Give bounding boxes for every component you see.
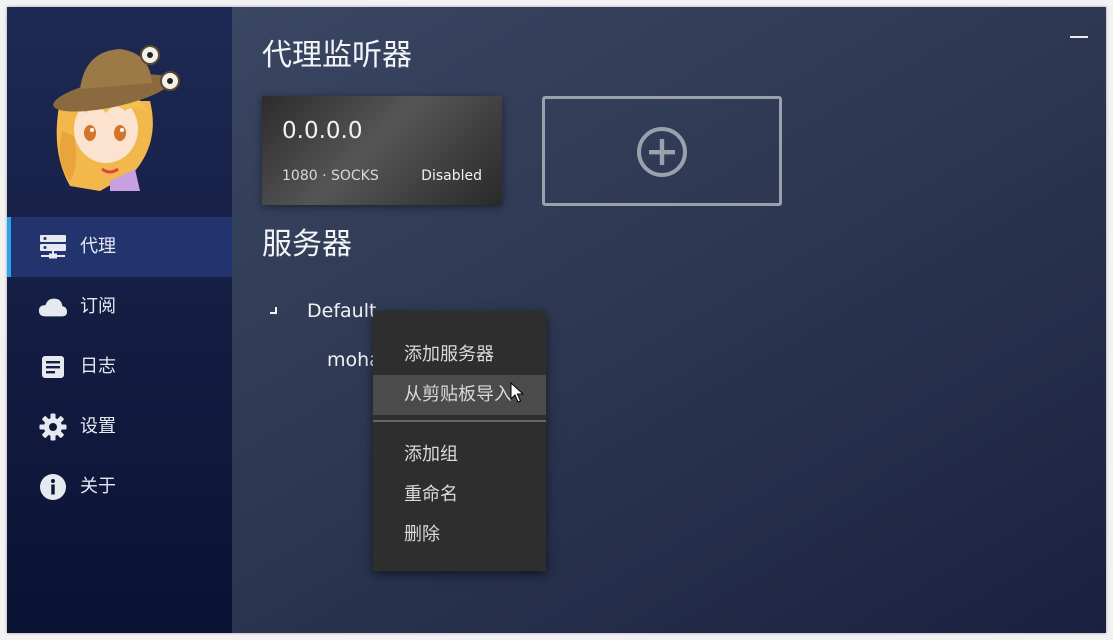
sidebar-item-label: 日志 xyxy=(80,356,116,377)
context-menu: 添加服务器 从剪贴板导入 添加组 重命名 删除 xyxy=(373,311,546,571)
app-window: 代理 订阅 日志 设置 关于 代理监听器 0.0.0.0 1080 · SOCK… xyxy=(7,7,1106,633)
sidebar-item-logs[interactable]: 日志 xyxy=(7,337,232,397)
sidebar-item-label: 设置 xyxy=(80,416,116,437)
server-icon xyxy=(38,234,68,260)
avatar xyxy=(53,45,180,191)
sidebar-item-proxy[interactable]: 代理 xyxy=(7,217,232,277)
sidebar-item-subscriptions[interactable]: 订阅 xyxy=(7,277,232,337)
tree-server-item[interactable]: mohaa xyxy=(327,348,373,372)
sidebar: 代理 订阅 日志 设置 关于 xyxy=(7,7,232,633)
menu-item-add-server[interactable]: 添加服务器 xyxy=(373,335,546,375)
info-icon xyxy=(38,474,68,500)
sidebar-item-label: 订阅 xyxy=(80,296,116,317)
tree-group-default[interactable]: Default xyxy=(307,299,376,323)
gear-icon xyxy=(38,413,68,441)
sidebar-item-label: 关于 xyxy=(80,476,116,497)
document-icon xyxy=(38,354,68,380)
sidebar-item-label: 代理 xyxy=(80,236,116,257)
add-listener-button[interactable] xyxy=(542,96,782,206)
menu-item-label: 删除 xyxy=(404,524,440,545)
add-circle-icon xyxy=(637,127,687,177)
menu-item-label: 添加服务器 xyxy=(404,344,494,365)
menu-item-label: 重命名 xyxy=(404,484,458,505)
menu-divider xyxy=(373,420,546,422)
menu-item-rename[interactable]: 重命名 xyxy=(373,475,546,515)
sidebar-item-settings[interactable]: 设置 xyxy=(7,397,232,457)
sidebar-item-about[interactable]: 关于 xyxy=(7,457,232,517)
listener-card[interactable]: 0.0.0.0 1080 · SOCKS Disabled xyxy=(262,96,502,205)
mouse-cursor-icon xyxy=(510,382,524,403)
listener-status: Disabled xyxy=(421,168,482,184)
menu-item-label: 从剪贴板导入 xyxy=(404,384,512,405)
listeners-title: 代理监听器 xyxy=(262,38,412,73)
cloud-icon xyxy=(38,294,68,320)
menu-item-label: 添加组 xyxy=(404,444,458,465)
servers-title: 服务器 xyxy=(262,227,352,262)
listener-address: 0.0.0.0 xyxy=(282,118,363,144)
minimize-button[interactable] xyxy=(1068,28,1090,42)
tree-expand-icon[interactable] xyxy=(266,304,278,316)
menu-item-add-group[interactable]: 添加组 xyxy=(373,435,546,475)
menu-item-delete[interactable]: 删除 xyxy=(373,515,546,555)
listener-meta: 1080 · SOCKS xyxy=(282,168,379,184)
